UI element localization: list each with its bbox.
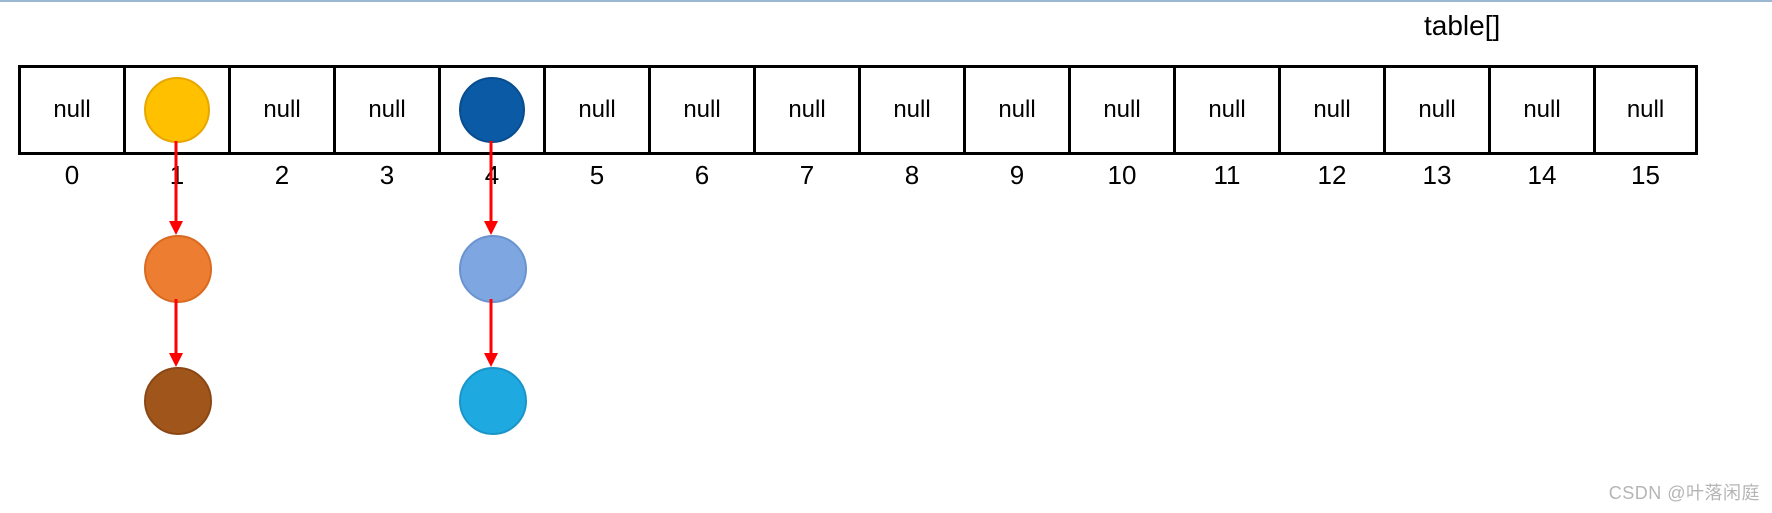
array-index-label: 13 [1386,152,1488,191]
array-cell-10: null10 [1068,65,1173,155]
cell-value: null [1208,96,1245,124]
array-index-label: 3 [336,152,438,191]
array-index-label: 15 [1596,152,1695,191]
array-cell-0: null0 [18,65,123,155]
cell-value: null [1418,96,1455,124]
chain-node-icon [144,367,212,435]
cell-value: null [998,96,1035,124]
array-index-label: 9 [966,152,1068,191]
array-index-label: 0 [21,152,123,191]
chain-node-icon [459,235,527,303]
array-cell-9: null9 [963,65,1068,155]
array-index-label: 11 [1176,152,1278,191]
chain-node-icon [459,77,525,143]
array-cell-2: null2 [228,65,333,155]
array-cell-6: null6 [648,65,753,155]
cell-value: null [1627,96,1664,124]
cell-value: null [1103,96,1140,124]
cell-value: null [578,96,615,124]
array-cell-11: null11 [1173,65,1278,155]
chain-arrow-icon [166,299,186,367]
array-index-label: 5 [546,152,648,191]
chain-node-icon [459,367,527,435]
watermark: CSDN @叶落闲庭 [1609,479,1760,505]
window-top-border [0,0,1772,2]
chain-arrow-icon [481,141,501,235]
array-cell-3: null3 [333,65,438,155]
hash-table-array: null01null2null34null5null6null7null8nul… [18,65,1698,155]
array-cell-5: null5 [543,65,648,155]
array-cell-14: null14 [1488,65,1593,155]
chain-arrow-icon [481,299,501,367]
array-index-label: 8 [861,152,963,191]
cell-value: null [1523,96,1560,124]
array-index-label: 6 [651,152,753,191]
array-cell-15: null15 [1593,65,1698,155]
array-cell-8: null8 [858,65,963,155]
cell-value: null [683,96,720,124]
cell-value: null [53,96,90,124]
array-index-label: 10 [1071,152,1173,191]
array-cell-13: null13 [1383,65,1488,155]
cell-value: null [1313,96,1350,124]
cell-value: null [263,96,300,124]
array-index-label: 14 [1491,152,1593,191]
chain-node-icon [144,235,212,303]
array-index-label: 7 [756,152,858,191]
array-cell-12: null12 [1278,65,1383,155]
chain-node-icon [144,77,210,143]
array-index-label: 12 [1281,152,1383,191]
chain-arrow-icon [166,141,186,235]
array-index-label: 2 [231,152,333,191]
diagram-title: table[] [1424,10,1500,42]
array-cell-7: null7 [753,65,858,155]
cell-value: null [788,96,825,124]
cell-value: null [893,96,930,124]
cell-value: null [368,96,405,124]
